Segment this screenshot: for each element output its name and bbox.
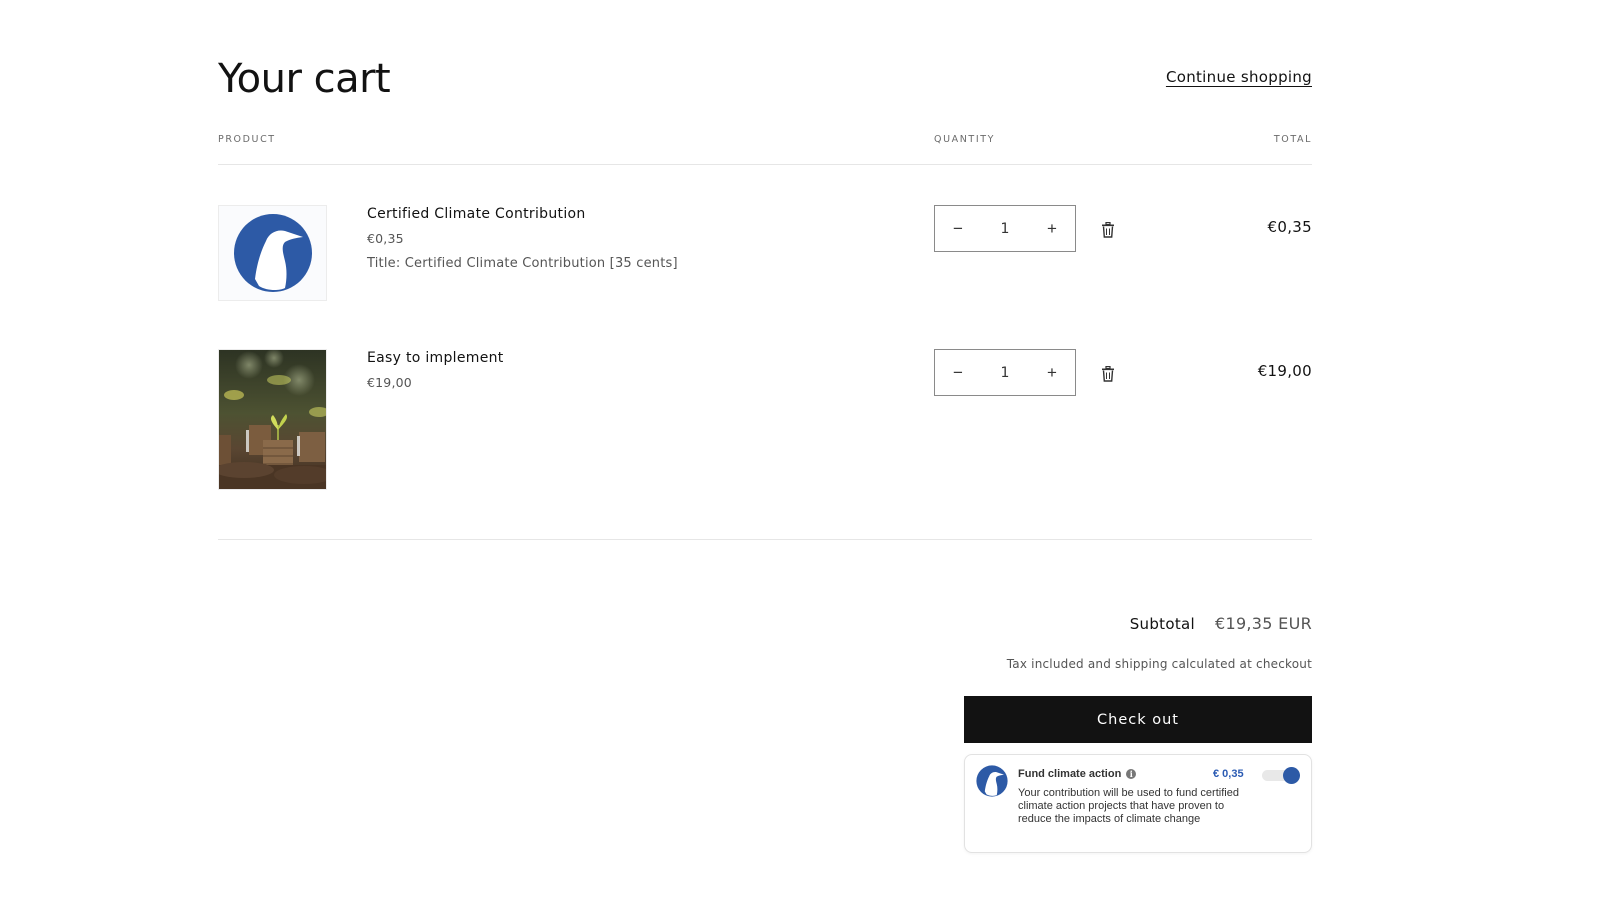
product-price: €0,35: [367, 231, 404, 246]
minus-icon: −: [953, 218, 963, 238]
product-variant: Title: Certified Climate Contribution [3…: [367, 256, 678, 271]
widget-title: Fund climate action i: [1018, 768, 1137, 780]
info-icon[interactable]: i: [1126, 769, 1137, 779]
product-name[interactable]: Easy to implement: [367, 350, 504, 366]
quantity-stepper: − +: [934, 205, 1076, 252]
quantity-stepper: − +: [934, 349, 1076, 396]
contribution-amount: € 0,35: [1213, 768, 1244, 780]
decrease-quantity-button[interactable]: −: [947, 362, 969, 384]
widget-title-text: Fund climate action: [1018, 768, 1122, 780]
page-title: Your cart: [218, 56, 391, 102]
column-header-quantity: Quantity: [934, 134, 996, 145]
increase-quantity-button[interactable]: +: [1041, 218, 1063, 240]
continue-shopping-link[interactable]: Continue shopping: [1166, 68, 1312, 86]
checkout-button[interactable]: Check out: [964, 696, 1312, 743]
minus-icon: −: [953, 362, 963, 382]
subtotal-value: €19,35 EUR: [1214, 614, 1312, 633]
increase-quantity-button[interactable]: +: [1041, 362, 1063, 384]
product-name[interactable]: Certified Climate Contribution: [367, 206, 678, 222]
line-total: €0,35: [1267, 218, 1312, 236]
decrease-quantity-button[interactable]: −: [947, 218, 969, 240]
product-price: €19,00: [367, 375, 412, 390]
trash-icon[interactable]: [1101, 366, 1115, 382]
tax-note: Tax included and shipping calculated at …: [1006, 657, 1312, 671]
line-total: €19,00: [1257, 362, 1312, 380]
column-header-total: Total: [1273, 134, 1312, 145]
quantity-input[interactable]: [980, 220, 1030, 237]
coins-with-sprouts-photo: [219, 350, 326, 489]
contribution-toggle[interactable]: [1262, 767, 1300, 784]
penguin-logo-icon: [976, 765, 1008, 797]
product-image[interactable]: [218, 205, 327, 301]
trash-icon[interactable]: [1101, 222, 1115, 238]
penguin-logo-icon: [233, 214, 312, 292]
plus-icon: +: [1047, 218, 1057, 238]
divider: [218, 539, 1312, 540]
climate-contribution-widget: Fund climate action i € 0,35 Your contri…: [964, 754, 1312, 853]
subtotal: Subtotal €19,35 EUR: [1130, 614, 1312, 633]
toggle-knob: [1283, 767, 1300, 784]
plus-icon: +: [1047, 362, 1057, 382]
quantity-input[interactable]: [980, 364, 1030, 381]
divider: [218, 164, 1312, 165]
subtotal-label: Subtotal: [1129, 615, 1195, 633]
widget-description: Your contribution will be used to fund c…: [1018, 787, 1239, 825]
product-image[interactable]: [218, 349, 327, 490]
column-header-product: Product: [218, 134, 276, 145]
